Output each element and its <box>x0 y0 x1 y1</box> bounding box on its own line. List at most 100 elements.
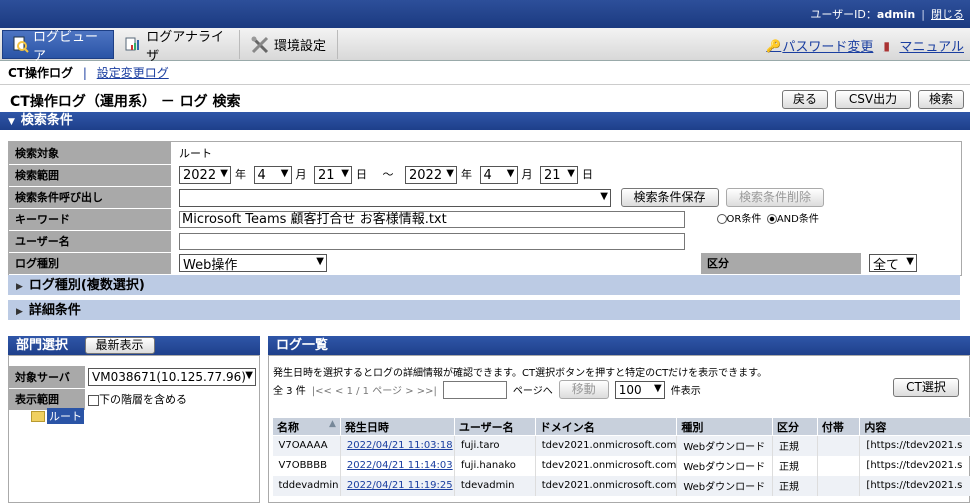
subnav-config-log-link[interactable]: 設定変更ログ <box>97 66 169 80</box>
cell-content: [https://tdev2021.s <box>859 475 970 496</box>
recall-select[interactable]: ▼ <box>179 188 611 207</box>
chevron-down-icon: ▼ <box>600 190 608 202</box>
category-cell: 全て ▼ <box>861 252 961 275</box>
cell-content: [https://tdev2021.s <box>859 435 970 456</box>
cell-name: V7OBBBB <box>272 455 341 476</box>
logtype-value: Web操作 <box>183 257 238 273</box>
server-label: 対象サーバ <box>9 366 85 389</box>
unit-month: 月 <box>521 168 533 181</box>
cell-extra <box>817 435 861 456</box>
col-extra[interactable]: 付帯 <box>816 417 861 436</box>
total-count: 全 3 件 <box>273 386 306 397</box>
log-type-multi-toggle[interactable]: ▶ ログ種別(複数選択) <box>8 275 960 296</box>
page-goto-label: ページへ <box>512 386 553 397</box>
col-category[interactable]: 区分 <box>771 417 818 436</box>
checkbox-icon[interactable] <box>88 394 99 406</box>
from-month-select[interactable]: 4 ▼ <box>253 166 292 184</box>
scope-cell[interactable]: 下の階層を含める <box>85 388 259 411</box>
close-link[interactable]: 閉じる <box>931 8 964 21</box>
cell-user: fuji.hanako <box>454 455 536 476</box>
and-radio[interactable]: AND条件 <box>766 214 819 226</box>
delete-conditions-button[interactable]: 検索条件削除 <box>726 187 824 207</box>
chevron-down-icon: ▼ <box>220 168 228 179</box>
sub-navigation: CT操作ログ | 設定変更ログ <box>0 61 970 85</box>
manual-link[interactable]: ▮ マニュアル <box>883 36 964 56</box>
collapse-triangle-icon: ▼ <box>8 117 15 127</box>
cell-time: 2022/04/21 11:19:25 <box>340 475 455 496</box>
cell-domain: tdev2021.onmicrosoft.com <box>535 435 678 456</box>
dept-select-title: 部門選択 <box>16 338 69 353</box>
time-link[interactable]: 2022/04/21 11:03:18 <box>347 440 453 451</box>
to-month-select[interactable]: 4 ▼ <box>479 166 518 184</box>
col-domain[interactable]: ドメイン名 <box>534 417 678 436</box>
dept-select-header: 部門選択 最新表示 <box>8 336 260 356</box>
log-analyzer-icon <box>124 35 142 55</box>
col-time[interactable]: 発生日時 <box>339 417 455 436</box>
search-form: 検索対象 ルート 検索範囲 2022 ▼ 年 4 ▼ 月 21 ▼ 日 ～ 2022 ▼ 年 4… <box>9 142 961 275</box>
cell-type: Webダウンロード <box>676 475 773 496</box>
back-button[interactable]: 戻る <box>782 90 828 109</box>
scope-label: 表示範囲 <box>9 388 85 411</box>
col-type[interactable]: 種別 <box>676 417 773 436</box>
col-user[interactable]: ユーザー名 <box>453 417 536 436</box>
range-label: 検索範囲 <box>9 164 171 187</box>
search-button[interactable]: 検索 <box>918 90 964 109</box>
pager-nav[interactable]: |<< < 1 / 1 ページ > >>| <box>312 382 437 397</box>
move-button[interactable]: 移動 <box>558 380 609 399</box>
log-viewer-icon <box>11 35 29 55</box>
table-row: V7OBBBB 2022/04/21 11:14:03 fuji.hanako … <box>272 455 970 476</box>
server-select[interactable]: VM038671(10.125.77.96) ▼ <box>88 367 256 386</box>
refresh-button[interactable]: 最新表示 <box>84 337 155 354</box>
csv-export-button[interactable]: CSV出力 <box>835 90 911 109</box>
log-list-title: ログ一覧 <box>276 338 329 353</box>
or-radio[interactable]: OR条件 <box>716 214 761 225</box>
chevron-down-icon: ▼ <box>654 382 662 394</box>
save-conditions-button[interactable]: 検索条件保存 <box>620 187 719 207</box>
tab-log-analyzer[interactable]: ログアナライザ <box>116 30 240 64</box>
per-page-select[interactable]: 100 ▼ <box>614 380 665 399</box>
to-year-select[interactable]: 2022 ▼ <box>405 166 457 184</box>
unit-year: 年 <box>461 168 472 181</box>
search-conditions-header[interactable]: ▼ 検索条件 <box>0 112 970 130</box>
cell-domain: tdev2021.onmicrosoft.com <box>535 455 678 476</box>
tab-log-viewer[interactable]: ログビューア <box>2 30 114 64</box>
and-label: AND条件 <box>776 214 819 226</box>
radio-unchecked-icon <box>716 214 727 225</box>
cell-user: tdevadmin <box>454 475 536 496</box>
from-year-select[interactable]: 2022 ▼ <box>179 166 231 184</box>
from-day-value: 21 <box>318 167 335 183</box>
time-link[interactable]: 2022/04/21 11:19:25 <box>347 480 453 491</box>
username-input[interactable] <box>179 232 685 250</box>
sort-up-icon: ▲ <box>328 418 336 429</box>
keyword-input[interactable]: Microsoft Teams 顧客打合せ お客様情報.txt <box>179 210 685 228</box>
col-name[interactable]: 名称 ▲ <box>272 417 341 436</box>
table-row: V7OAAAA 2022/04/21 11:03:18 fuji.taro td… <box>272 435 970 456</box>
ct-select-button[interactable]: CT選択 <box>893 378 959 397</box>
cell-content: [https://tdev2021.s <box>859 455 970 476</box>
page-header: CT操作ログ（運用系） － ログ 検索 戻る CSV出力 検索 <box>0 86 970 112</box>
logtype-select[interactable]: Web操作 ▼ <box>179 254 327 273</box>
chevron-down-icon: ▼ <box>280 168 289 179</box>
from-day-select[interactable]: 21 ▼ <box>314 166 352 184</box>
chevron-down-icon: ▼ <box>567 168 575 179</box>
time-link[interactable]: 2022/04/21 11:14:03 <box>347 460 453 471</box>
detail-conditions-toggle[interactable]: ▶ 詳細条件 <box>8 300 960 321</box>
col-content[interactable]: 内容 <box>859 417 970 436</box>
tab-settings[interactable]: 環境設定 <box>242 30 338 59</box>
page-goto-input[interactable] <box>442 380 507 399</box>
logtype-cell: Web操作 ▼ <box>171 252 701 275</box>
tree-root-node[interactable]: ルート <box>31 408 84 424</box>
log-table: 名称 ▲ 発生日時 ユーザー名 ドメイン名 種別 区分 付帯 内容 V7OAAAA… <box>272 417 970 496</box>
password-change-link[interactable]: 🔑 パスワード変更 <box>766 36 873 56</box>
logtype-label: ログ種別 <box>9 252 171 275</box>
server-cell: VM038671(10.125.77.96) ▼ <box>85 366 259 389</box>
expand-triangle-icon: ▶ <box>16 282 23 292</box>
to-year-value: 2022 <box>409 167 443 183</box>
cell-category: 正規 <box>772 455 818 476</box>
category-value: 全て <box>873 257 900 273</box>
user-id: admin <box>876 8 916 21</box>
category-select[interactable]: 全て ▼ <box>869 254 917 273</box>
cell-user: fuji.taro <box>454 435 536 456</box>
to-day-select[interactable]: 21 ▼ <box>540 166 578 184</box>
chevron-down-icon: ▼ <box>446 168 454 179</box>
